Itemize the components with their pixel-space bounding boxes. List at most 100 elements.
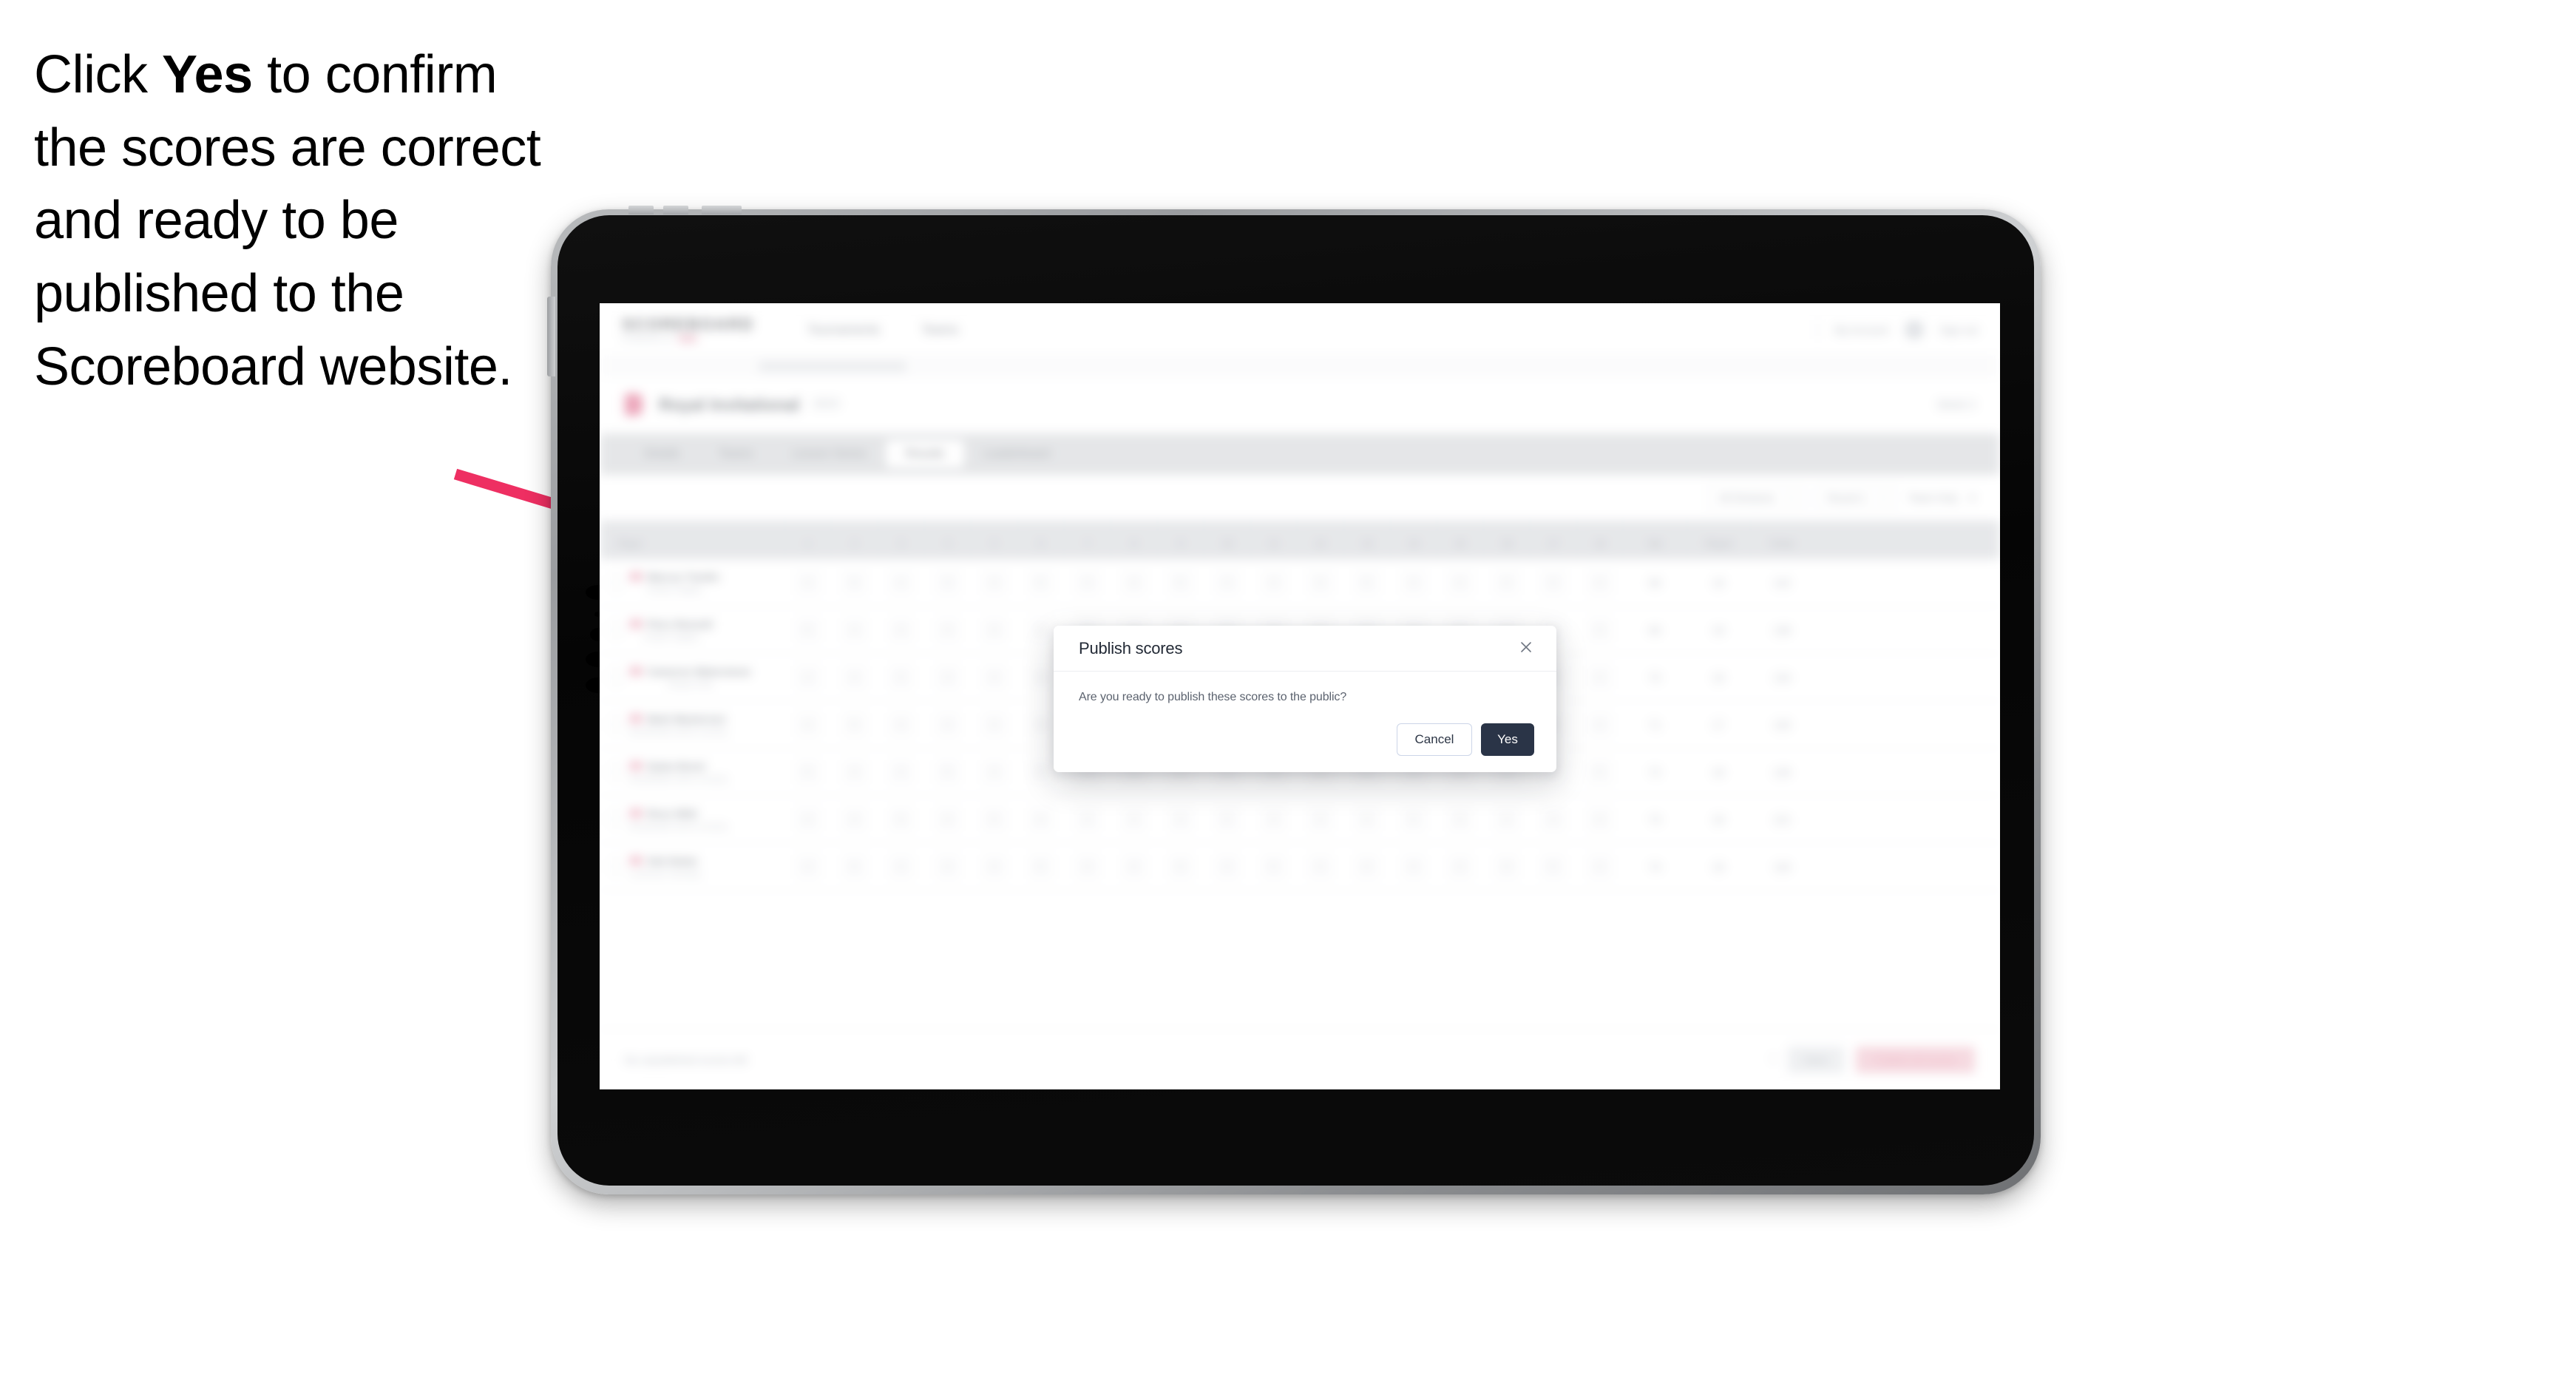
score-cell[interactable]: 5 [1576, 748, 1623, 795]
nav-item-tournaments[interactable]: Tournaments [807, 322, 880, 337]
score-cell[interactable]: 4 [784, 701, 831, 748]
score-cell[interactable]: 3 [1297, 559, 1343, 606]
score-input[interactable]: 4 [1402, 571, 1425, 594]
score-cell[interactable]: 4 [878, 701, 924, 748]
score-input[interactable]: 5 [1216, 808, 1238, 831]
score-input[interactable]: 4 [1076, 571, 1099, 594]
score-cell[interactable]: 4 [831, 796, 878, 842]
score-cell[interactable]: 4 [878, 559, 924, 606]
table-row[interactable]: Marcus Tomlin Pewter Heights 4 5 4 3 4 5 4 4 5 4 4 3 5… [600, 559, 2000, 606]
score-cell[interactable]: 5 [1017, 843, 1064, 890]
score-cell[interactable]: 4 [1017, 796, 1064, 842]
row-checkbox[interactable] [610, 671, 623, 683]
score-input[interactable]: 5 [1355, 571, 1378, 594]
score-cell[interactable]: 4 [1576, 796, 1623, 842]
score-cell[interactable]: 4 [1576, 559, 1623, 606]
row-checkbox[interactable] [610, 576, 623, 589]
score-cell[interactable]: 4 [971, 748, 1017, 795]
score-input[interactable]: 4 [1588, 666, 1611, 689]
score-cell[interactable]: 4 [1390, 559, 1437, 606]
score-input[interactable]: 3 [1076, 808, 1099, 831]
score-cell[interactable]: 4 [1483, 559, 1530, 606]
score-input[interactable]: 4 [1216, 571, 1238, 594]
score-input[interactable]: 4 [1029, 666, 1052, 689]
tab-teams[interactable]: Teams [699, 440, 773, 468]
row-checkbox[interactable] [610, 623, 623, 636]
score-cell[interactable]: 4 [1064, 559, 1111, 606]
score-cell[interactable]: 4 [1297, 843, 1343, 890]
avatar[interactable] [1904, 320, 1924, 339]
score-cell[interactable]: 4 [971, 843, 1017, 890]
score-cell[interactable]: 4 [1530, 796, 1576, 842]
score-cell[interactable]: 4 [1064, 843, 1111, 890]
score-input[interactable]: 4 [1495, 808, 1518, 831]
score-input[interactable]: 4 [889, 571, 912, 594]
score-cell[interactable]: 3 [1064, 796, 1111, 842]
score-cell[interactable]: 3 [1157, 843, 1204, 890]
score-input[interactable]: 3 [1169, 855, 1192, 878]
score-input[interactable]: 3 [1309, 571, 1332, 594]
score-cell[interactable]: 4 [1157, 796, 1204, 842]
score-input[interactable]: 4 [936, 713, 959, 736]
score-input[interactable]: 3 [936, 571, 959, 594]
score-cell[interactable]: 5 [784, 606, 831, 653]
yes-button[interactable]: Yes [1481, 723, 1534, 756]
score-cell[interactable]: 4 [878, 606, 924, 653]
score-input[interactable]: 4 [843, 760, 866, 783]
score-input[interactable]: 4 [1355, 855, 1378, 878]
score-cell[interactable]: 4 [784, 843, 831, 890]
score-input[interactable]: 5 [796, 760, 819, 783]
score-cell[interactable]: 3 [924, 559, 971, 606]
score-input[interactable]: 4 [1588, 808, 1611, 831]
table-row[interactable]: Seb Nolan Lochmoor Fairways 4 5 4 4 4 5 4 4 3 4 5 4 4 4… [600, 843, 2000, 890]
score-cell[interactable]: 4 [1343, 843, 1390, 890]
score-cell[interactable]: 3 [1576, 606, 1623, 653]
score-input[interactable]: 5 [796, 618, 819, 641]
publish-all-scores-button[interactable]: Publish all scores [1856, 1046, 1975, 1073]
score-input[interactable]: 4 [1448, 571, 1471, 594]
score-cell[interactable]: 5 [878, 796, 924, 842]
score-input[interactable]: 5 [889, 808, 912, 831]
score-cell[interactable]: 5 [831, 843, 878, 890]
score-input[interactable]: 4 [1216, 855, 1238, 878]
score-input[interactable]: 4 [1029, 808, 1052, 831]
cancel-button[interactable]: Cancel [1397, 723, 1472, 756]
score-cell[interactable]: 5 [924, 748, 971, 795]
score-cell[interactable]: 4 [971, 559, 1017, 606]
score-cell[interactable]: 4 [1437, 559, 1483, 606]
score-input[interactable]: 4 [936, 808, 959, 831]
breadcrumb[interactable] [759, 361, 906, 372]
tab-lesson-series[interactable]: Lesson Series [773, 440, 886, 468]
score-input[interactable]: 4 [889, 618, 912, 641]
score-cell[interactable]: 4 [924, 701, 971, 748]
tab-details[interactable]: Details [625, 440, 699, 468]
score-cell[interactable]: 3 [1530, 559, 1576, 606]
nav-item-teams[interactable]: Teams [921, 322, 958, 337]
score-cell[interactable]: 4 [924, 843, 971, 890]
score-input[interactable]: 5 [1262, 855, 1285, 878]
score-input[interactable]: 5 [843, 571, 866, 594]
score-input[interactable]: 4 [1029, 618, 1052, 641]
score-input[interactable]: 4 [843, 666, 866, 689]
score-cell[interactable]: 4 [784, 654, 831, 700]
score-input[interactable]: 5 [1029, 855, 1052, 878]
device-volume-button[interactable] [547, 297, 555, 376]
score-input[interactable]: 3 [1029, 713, 1052, 736]
score-input[interactable]: 4 [983, 855, 1006, 878]
score-cell[interactable]: 4 [1390, 843, 1437, 890]
score-input[interactable]: 5 [843, 855, 866, 878]
score-input[interactable]: 4 [936, 855, 959, 878]
account-link[interactable]: My Account [1834, 324, 1888, 336]
row-checkbox[interactable] [610, 718, 623, 731]
table-row[interactable]: Ross Wild Brookheath Golf & Country 4 4 5 4 5 4… [600, 796, 2000, 843]
score-cell[interactable]: 4 [784, 796, 831, 842]
score-cell[interactable]: 4 [1250, 559, 1297, 606]
save-button[interactable]: Save [1788, 1046, 1845, 1073]
score-input[interactable]: 5 [889, 666, 912, 689]
score-cell[interactable]: 3 [1437, 796, 1483, 842]
score-input[interactable]: 5 [983, 808, 1006, 831]
score-input[interactable]: 5 [1542, 855, 1565, 878]
score-cell[interactable]: 4 [1111, 843, 1157, 890]
close-icon[interactable] [1515, 636, 1537, 658]
score-cell[interactable]: 3 [1483, 843, 1530, 890]
